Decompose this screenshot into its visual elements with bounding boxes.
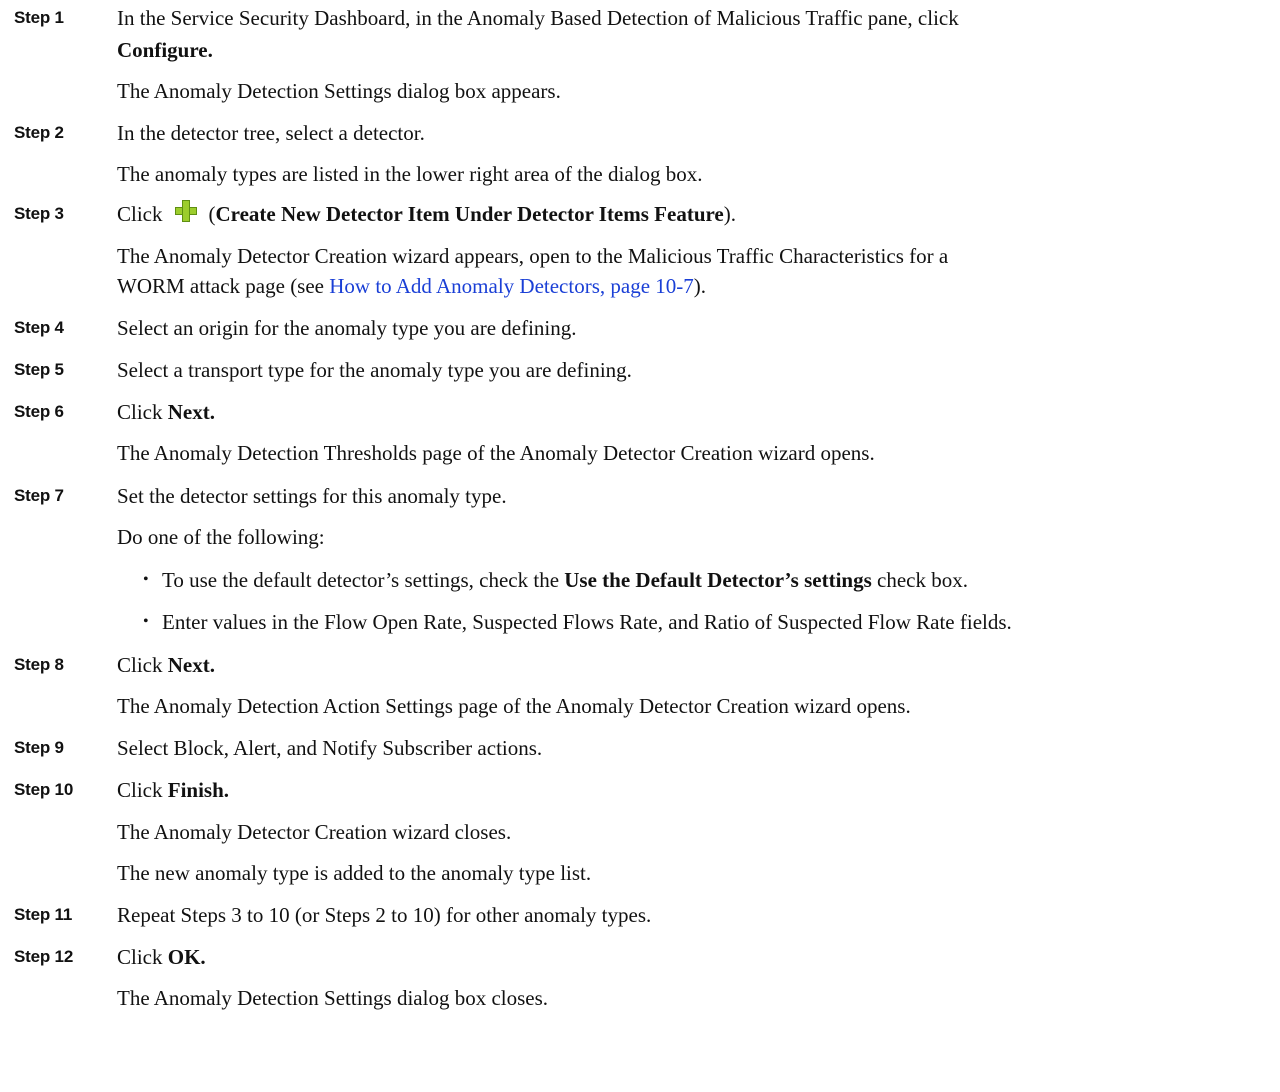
step-1-result: The Anomaly Detection Settings dialog bo… bbox=[0, 77, 1280, 105]
finish-label: Finish. bbox=[167, 778, 230, 802]
ok-label: OK. bbox=[167, 945, 206, 969]
step-5-text: Select a transport type for the anomaly … bbox=[117, 358, 632, 382]
step-7-label: Step 7 bbox=[14, 486, 64, 505]
step-2-result: The anomaly types are listed in the lowe… bbox=[0, 160, 1280, 188]
step-2-text: In the detector tree, select a detector. bbox=[117, 121, 425, 145]
step-5-label: Step 5 bbox=[14, 360, 64, 379]
step-1-label: Step 1 bbox=[14, 8, 64, 27]
step-6-result: The Anomaly Detection Thresholds page of… bbox=[0, 439, 1280, 467]
next-label: Next. bbox=[167, 400, 215, 424]
step-9-row: Step 9 Select Block, Alert, and Notify S… bbox=[0, 734, 1280, 762]
step-3-result-text: The Anomaly Detector Creation wizard app… bbox=[117, 244, 949, 268]
step-10-result-2-text: The new anomaly type is added to the ano… bbox=[117, 861, 592, 885]
step-6-label: Step 6 bbox=[14, 402, 64, 421]
step-5-row: Step 5 Select a transport type for the a… bbox=[0, 356, 1280, 384]
step-1-continuation: Configure. bbox=[0, 36, 1280, 64]
step-1-result-text: The Anomaly Detection Settings dialog bo… bbox=[117, 79, 561, 103]
step-12-result-text: The Anomaly Detection Settings dialog bo… bbox=[117, 986, 549, 1010]
step-3-result-line-1: The Anomaly Detector Creation wizard app… bbox=[0, 242, 1280, 270]
step-7-row: Step 7 Set the detector settings for thi… bbox=[0, 482, 1280, 510]
step-4-row: Step 4 Select an origin for the anomaly … bbox=[0, 314, 1280, 342]
step-11-text: Repeat Steps 3 to 10 (or Steps 2 to 10) … bbox=[117, 903, 652, 927]
next-label: Next. bbox=[167, 653, 215, 677]
step-3-result-line-2: WORM attack page (see How to Add Anomaly… bbox=[117, 274, 707, 298]
step-2-result-text: The anomaly types are listed in the lowe… bbox=[117, 162, 703, 186]
add-plus-icon bbox=[174, 200, 197, 222]
step-9-text: Select Block, Alert, and Notify Subscrib… bbox=[117, 736, 543, 760]
step-7-intro: Do one of the following: bbox=[0, 523, 1280, 551]
step-1-row: Step 1 In the Service Security Dashboard… bbox=[0, 4, 1280, 32]
step-3-label: Step 3 bbox=[14, 204, 64, 223]
step-3-text: Click (Create New Detector Item Under Det… bbox=[117, 200, 737, 226]
step-12-row: Step 12 Click OK. bbox=[14, 945, 206, 969]
step-11-label: Step 11 bbox=[14, 905, 73, 924]
step-10-label: Step 10 bbox=[14, 780, 74, 799]
step-8-row: Step 8 Click Next. bbox=[14, 653, 215, 677]
step-6-result-text: The Anomaly Detection Thresholds page of… bbox=[117, 441, 875, 465]
step-10-result-2: The new anomaly type is added to the ano… bbox=[0, 859, 1280, 887]
step-10-row: Step 10 Click Finish. bbox=[14, 778, 230, 802]
step-7-text: Set the detector settings for this anoma… bbox=[117, 484, 507, 508]
step-12-label: Step 12 bbox=[14, 947, 74, 966]
step-2-row: Step 2 In the detector tree, select a de… bbox=[0, 119, 1280, 147]
step-6-row: Step 6 Click Next. bbox=[14, 400, 215, 424]
step-10-result-1: The Anomaly Detector Creation wizard clo… bbox=[0, 818, 1280, 846]
step-7-bullet-1: • To use the default detector’s settings… bbox=[0, 566, 1280, 594]
step-9-label: Step 9 bbox=[14, 738, 64, 757]
use-default-detector-settings-label: Use the Default Detector’s settings bbox=[564, 568, 872, 592]
step-11-row: Step 11 Repeat Steps 3 to 10 (or Steps 2… bbox=[0, 901, 1280, 929]
step-10-result-1-text: The Anomaly Detector Creation wizard clo… bbox=[117, 820, 512, 844]
configure-label: Configure. bbox=[117, 38, 213, 62]
step-7-intro-text: Do one of the following: bbox=[117, 525, 325, 549]
step-7-bullet-2: • Enter values in the Flow Open Rate, Su… bbox=[0, 608, 1280, 636]
step-8-result: The Anomaly Detection Action Settings pa… bbox=[0, 692, 1280, 720]
step-8-label: Step 8 bbox=[14, 655, 64, 674]
step-7-bullet-2-text: Enter values in the Flow Open Rate, Susp… bbox=[162, 610, 1012, 634]
create-new-detector-item-label: Create New Detector Item Under Detector … bbox=[215, 202, 724, 226]
procedure-document: Step 1 In the Service Security Dashboard… bbox=[0, 0, 1280, 1092]
step-8-result-text: The Anomaly Detection Action Settings pa… bbox=[117, 694, 911, 718]
how-to-add-anomaly-detectors-link[interactable]: How to Add Anomaly Detectors, page 10-7 bbox=[329, 274, 694, 298]
step-3-row: Step 3 Click (Create New Detector Item Un… bbox=[0, 200, 1280, 228]
step-12-result: The Anomaly Detection Settings dialog bo… bbox=[0, 984, 1280, 1012]
step-1-text: In the Service Security Dashboard, in th… bbox=[117, 6, 959, 30]
step-2-label: Step 2 bbox=[14, 123, 64, 142]
step-4-text: Select an origin for the anomaly type yo… bbox=[117, 316, 577, 340]
step-4-label: Step 4 bbox=[14, 318, 64, 337]
